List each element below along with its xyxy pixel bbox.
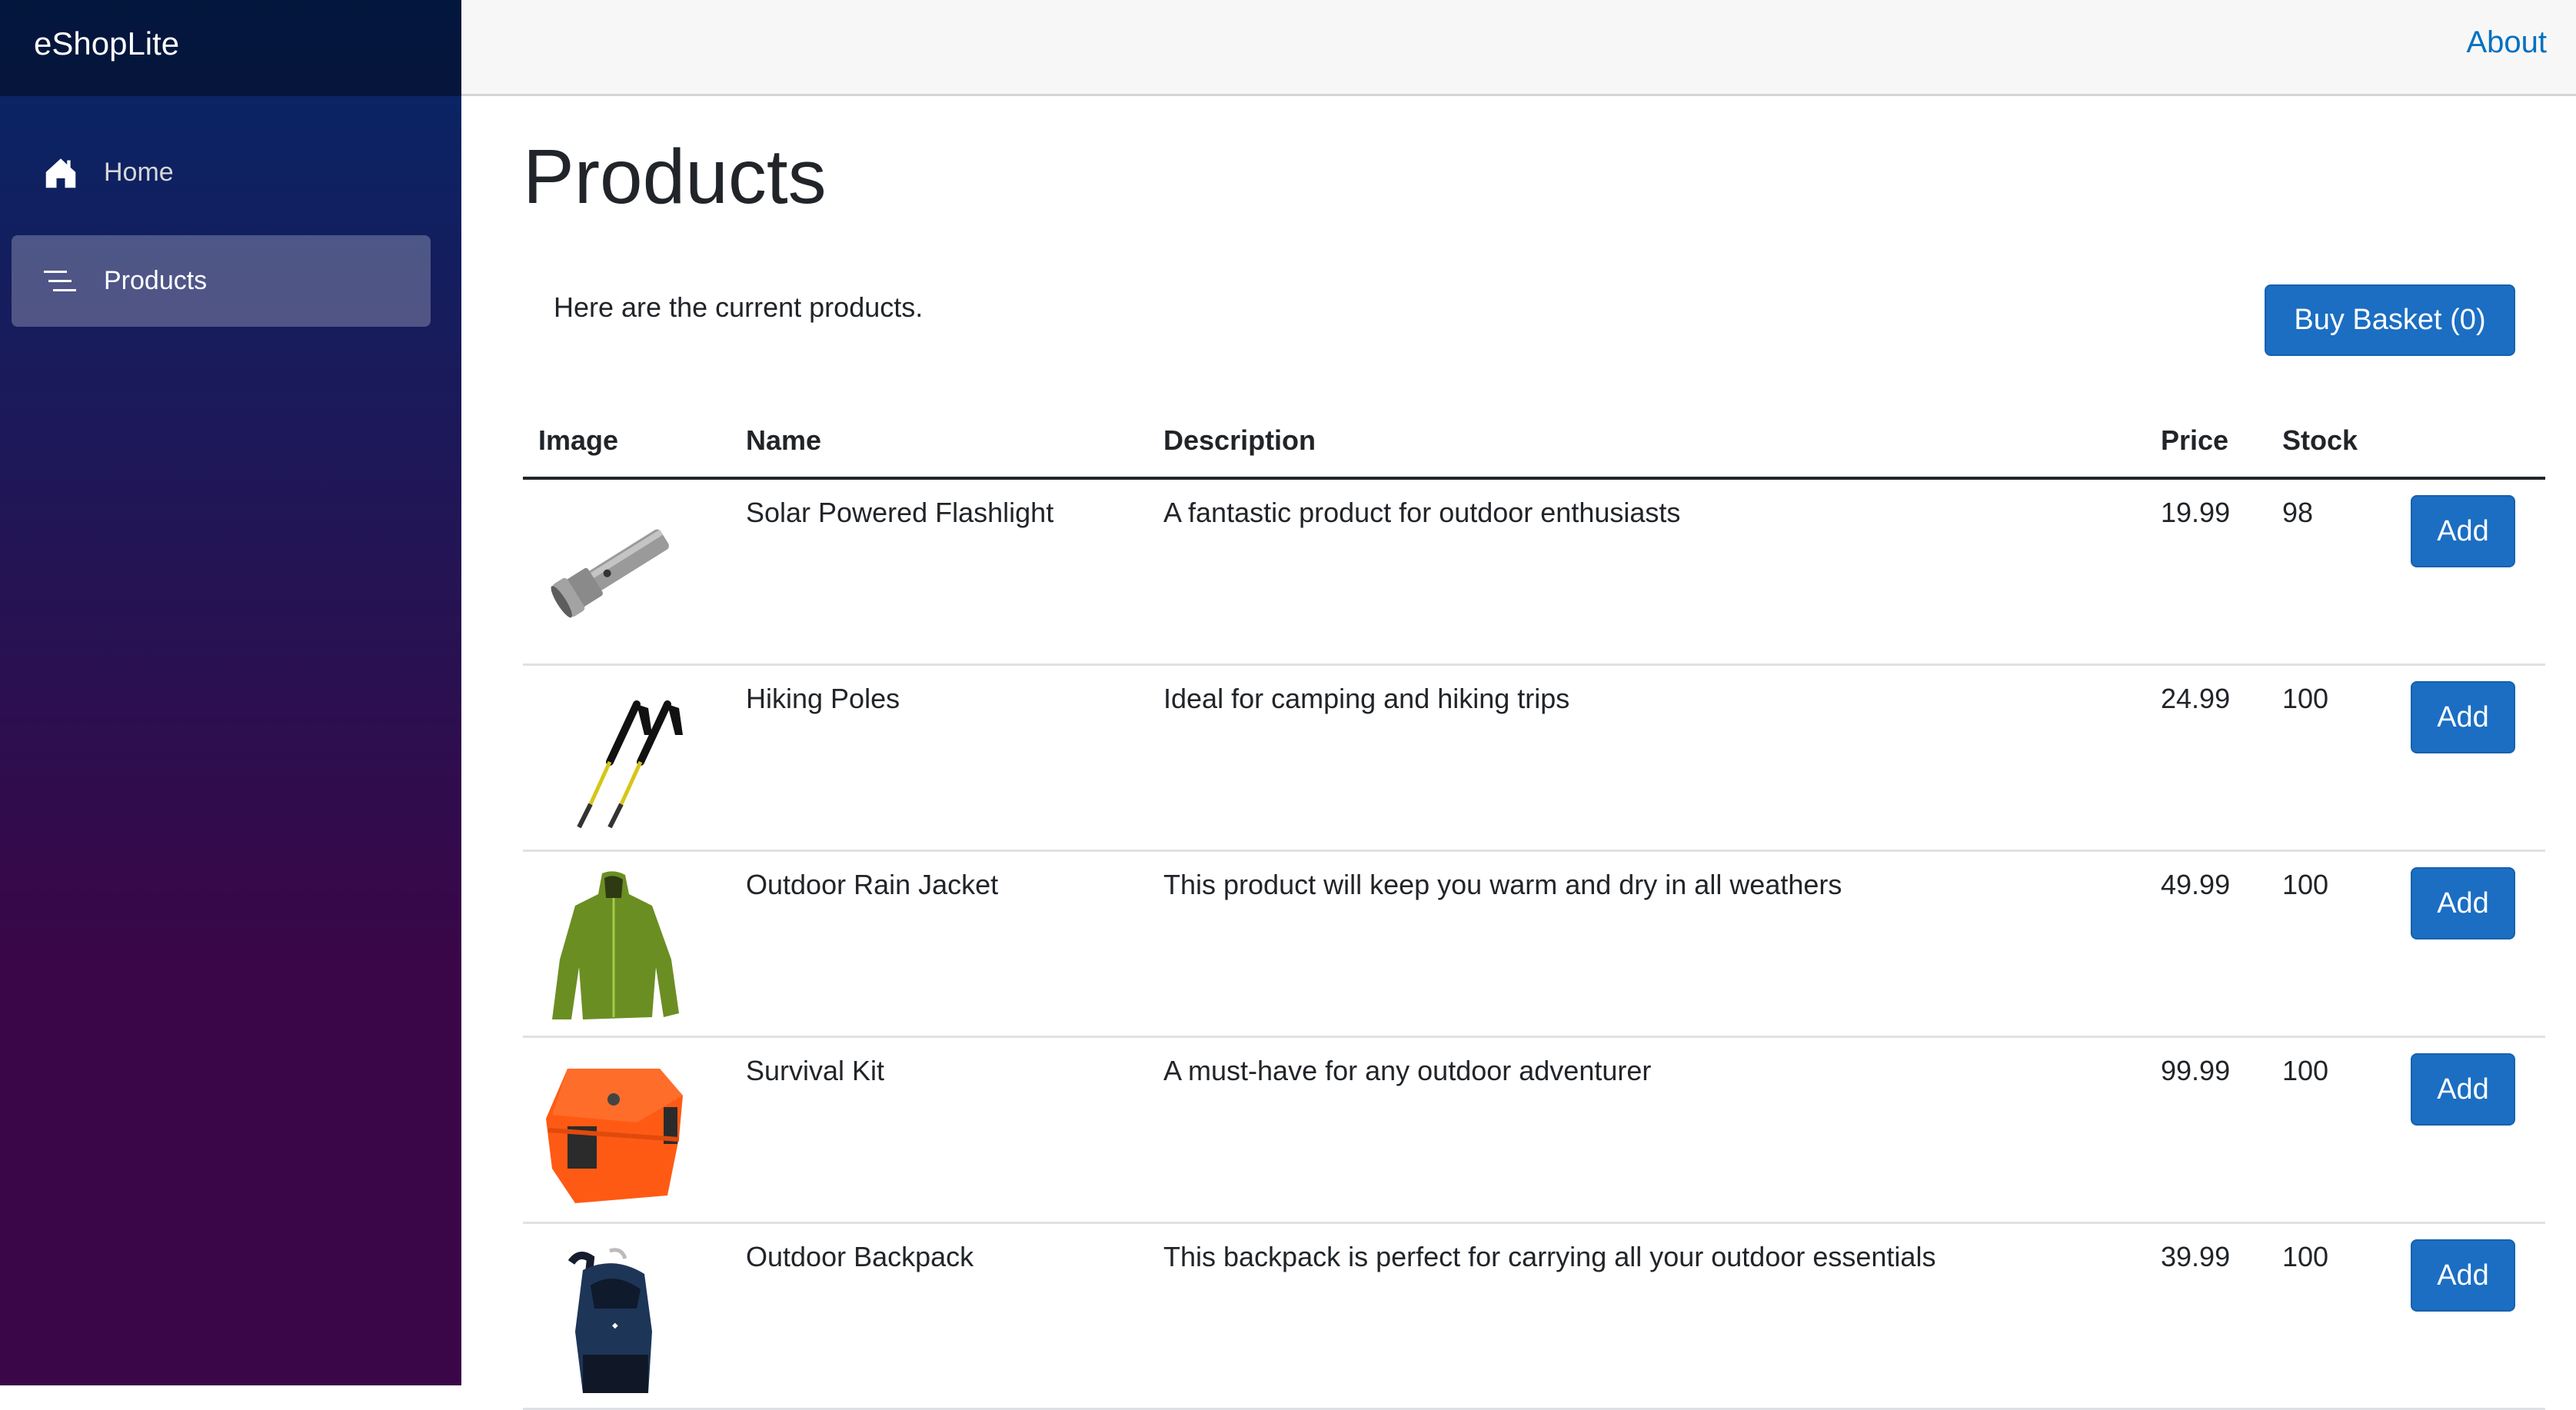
column-header-description: Description [1163, 424, 1316, 456]
product-stock: 98 [2282, 497, 2314, 528]
table-row: Hiking Poles Ideal for camping and hikin… [523, 666, 2545, 852]
product-image-survival-kit [537, 1053, 691, 1207]
table-row: ◆ Outdoor Backpack This backpack is perf… [523, 1224, 2545, 1410]
sidebar: eShopLite Home Products [0, 0, 461, 1385]
product-description: This backpack is perfect for carrying al… [1163, 1241, 1936, 1272]
product-description: Ideal for camping and hiking trips [1163, 683, 1570, 714]
add-to-basket-button[interactable]: Add [2411, 867, 2515, 939]
buy-basket-button[interactable]: Buy Basket (0) [2265, 284, 2515, 356]
sidebar-item-label: Products [104, 266, 208, 295]
brand-bar: eShopLite [0, 0, 461, 96]
product-price: 19.99 [2161, 497, 2231, 528]
intro-text: Here are the current products. [554, 291, 924, 323]
add-to-basket-button[interactable]: Add [2411, 495, 2515, 567]
product-image-hiking-poles [537, 681, 691, 835]
product-description: A fantastic product for outdoor enthusia… [1163, 497, 1681, 528]
product-description: This product will keep you warm and dry … [1163, 869, 1842, 900]
about-link[interactable]: About [2466, 23, 2547, 62]
column-header-image: Image [538, 424, 619, 456]
product-image-flashlight [537, 495, 691, 649]
add-to-basket-button[interactable]: Add [2411, 681, 2515, 753]
list-icon [42, 263, 79, 300]
table-row: Survival Kit A must-have for any outdoor… [523, 1038, 2545, 1224]
sidebar-item-label: Home [104, 158, 174, 187]
column-header-price: Price [2161, 424, 2229, 456]
top-bar: About [461, 0, 2576, 96]
column-header-name: Name [746, 424, 822, 456]
add-to-basket-button[interactable]: Add [2411, 1239, 2515, 1312]
product-name: Outdoor Rain Jacket [746, 869, 999, 900]
svg-text:◆: ◆ [612, 1322, 618, 1330]
sidebar-item-products[interactable]: Products [12, 235, 431, 327]
product-name: Solar Powered Flashlight [746, 497, 1054, 528]
product-name: Survival Kit [746, 1055, 885, 1086]
brand-link[interactable]: eShopLite [34, 23, 179, 65]
page-title: Products [523, 134, 827, 220]
product-name: Hiking Poles [746, 683, 900, 714]
product-image-rain-jacket [537, 867, 691, 1021]
product-stock: 100 [2282, 683, 2329, 714]
product-price: 99.99 [2161, 1055, 2231, 1086]
product-stock: 100 [2282, 1055, 2329, 1086]
product-price: 39.99 [2161, 1241, 2231, 1272]
table-row: Solar Powered Flashlight A fantastic pro… [523, 480, 2545, 666]
product-image-backpack: ◆ [537, 1239, 691, 1393]
product-name: Outdoor Backpack [746, 1241, 974, 1272]
product-stock: 100 [2282, 1241, 2329, 1272]
product-description: A must-have for any outdoor adventurer [1163, 1055, 1652, 1086]
product-price: 24.99 [2161, 683, 2231, 714]
product-price: 49.99 [2161, 869, 2231, 900]
products-table: Image Name Description Price Stock Solar… [523, 407, 2545, 1410]
column-header-stock: Stock [2282, 424, 2358, 456]
sidebar-item-home[interactable]: Home [12, 127, 431, 218]
home-icon [42, 155, 79, 191]
add-to-basket-button[interactable]: Add [2411, 1053, 2515, 1126]
table-header: Image Name Description Price Stock [523, 407, 2545, 480]
product-stock: 100 [2282, 869, 2329, 900]
table-row: Outdoor Rain Jacket This product will ke… [523, 852, 2545, 1038]
